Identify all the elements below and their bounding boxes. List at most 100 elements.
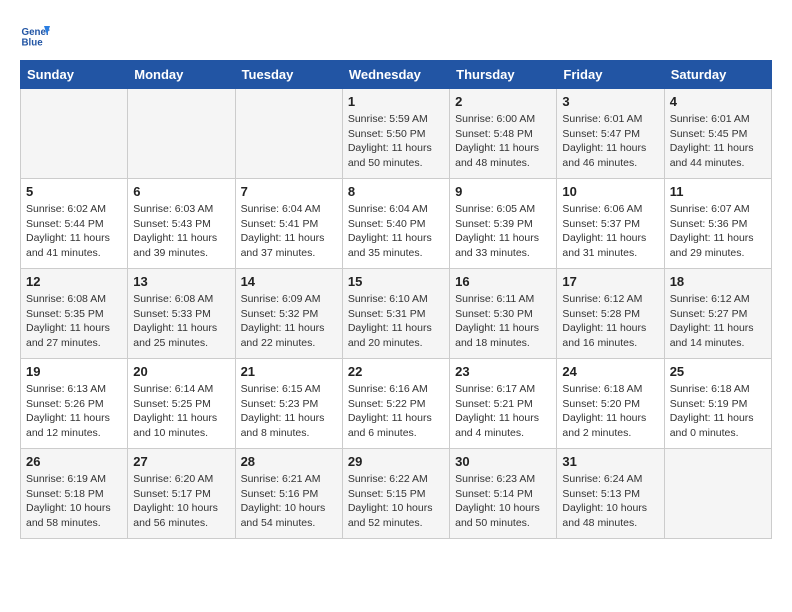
calendar-cell: 6Sunrise: 6:03 AM Sunset: 5:43 PM Daylig… [128,179,235,269]
day-number: 22 [348,364,444,379]
day-number: 5 [26,184,122,199]
calendar-week-5: 26Sunrise: 6:19 AM Sunset: 5:18 PM Dayli… [21,449,772,539]
weekday-header-saturday: Saturday [664,61,771,89]
calendar-cell: 26Sunrise: 6:19 AM Sunset: 5:18 PM Dayli… [21,449,128,539]
day-info: Sunrise: 6:12 AM Sunset: 5:27 PM Dayligh… [670,292,766,351]
day-info: Sunrise: 6:15 AM Sunset: 5:23 PM Dayligh… [241,382,337,441]
calendar-cell [21,89,128,179]
logo: General Blue [20,20,50,50]
day-info: Sunrise: 6:04 AM Sunset: 5:41 PM Dayligh… [241,202,337,261]
calendar-cell: 20 Sunrise: 6:14 AM Sunset: 5:25 PM Dayli… [128,359,235,449]
calendar-cell: 12 Sunrise: 6:08 AM Sunset: 5:35 PM Dayli… [21,269,128,359]
day-info: Sunrise: 6:08 AM Sunset: 5:33 PM Dayligh… [133,292,229,351]
day-info: Sunrise: 6:07 AM Sunset: 5:36 PM Dayligh… [670,202,766,261]
calendar-cell: 2 Sunrise: 6:00 AM Sunset: 5:48 PM Daylig… [450,89,557,179]
day-number: 28 [241,454,337,469]
weekday-header-tuesday: Tuesday [235,61,342,89]
day-number: 3 [562,94,658,109]
day-number: 15 [348,274,444,289]
calendar-cell: 27Sunrise: 6:20 AM Sunset: 5:17 PM Dayli… [128,449,235,539]
calendar-table: SundayMondayTuesdayWednesdayThursdayFrid… [20,60,772,539]
weekday-header-wednesday: Wednesday [342,61,449,89]
calendar-cell: 23 Sunrise: 6:17 AM Sunset: 5:21 PM Dayli… [450,359,557,449]
day-info: Sunrise: 5:59 AM Sunset: 5:50 PM Dayligh… [348,112,444,171]
weekday-header-thursday: Thursday [450,61,557,89]
calendar-week-1: 1Sunrise: 5:59 AM Sunset: 5:50 PM Daylig… [21,89,772,179]
calendar-cell: 14 Sunrise: 6:09 AM Sunset: 5:32 PM Dayli… [235,269,342,359]
day-info: Sunrise: 6:09 AM Sunset: 5:32 PM Dayligh… [241,292,337,351]
day-info: Sunrise: 6:02 AM Sunset: 5:44 PM Dayligh… [26,202,122,261]
weekday-header-row: SundayMondayTuesdayWednesdayThursdayFrid… [21,61,772,89]
calendar-cell: 30Sunrise: 6:23 AM Sunset: 5:14 PM Dayli… [450,449,557,539]
day-number: 30 [455,454,551,469]
calendar-cell [128,89,235,179]
calendar-cell: 24 Sunrise: 6:18 AM Sunset: 5:20 PM Dayli… [557,359,664,449]
calendar-cell: 7Sunrise: 6:04 AM Sunset: 5:41 PM Daylig… [235,179,342,269]
day-info: Sunrise: 6:22 AM Sunset: 5:15 PM Dayligh… [348,472,444,531]
calendar-cell: 5 Sunrise: 6:02 AM Sunset: 5:44 PM Daylig… [21,179,128,269]
day-info: Sunrise: 6:00 AM Sunset: 5:48 PM Dayligh… [455,112,551,171]
day-number: 2 [455,94,551,109]
calendar-cell: 17 Sunrise: 6:12 AM Sunset: 5:28 PM Dayli… [557,269,664,359]
day-number: 19 [26,364,122,379]
day-info: Sunrise: 6:17 AM Sunset: 5:21 PM Dayligh… [455,382,551,441]
logo-icon: General Blue [20,20,50,50]
day-info: Sunrise: 6:14 AM Sunset: 5:25 PM Dayligh… [133,382,229,441]
day-number: 11 [670,184,766,199]
calendar-cell: 11 Sunrise: 6:07 AM Sunset: 5:36 PM Dayli… [664,179,771,269]
day-info: Sunrise: 6:11 AM Sunset: 5:30 PM Dayligh… [455,292,551,351]
day-number: 29 [348,454,444,469]
calendar-cell: 15Sunrise: 6:10 AM Sunset: 5:31 PM Dayli… [342,269,449,359]
page-header: General Blue [20,20,772,50]
calendar-cell: 18 Sunrise: 6:12 AM Sunset: 5:27 PM Dayli… [664,269,771,359]
weekday-header-sunday: Sunday [21,61,128,89]
calendar-cell: 1Sunrise: 5:59 AM Sunset: 5:50 PM Daylig… [342,89,449,179]
calendar-cell: 21 Sunrise: 6:15 AM Sunset: 5:23 PM Dayli… [235,359,342,449]
day-info: Sunrise: 6:03 AM Sunset: 5:43 PM Dayligh… [133,202,229,261]
day-info: Sunrise: 6:21 AM Sunset: 5:16 PM Dayligh… [241,472,337,531]
calendar-cell: 3 Sunrise: 6:01 AM Sunset: 5:47 PM Daylig… [557,89,664,179]
weekday-header-friday: Friday [557,61,664,89]
day-number: 14 [241,274,337,289]
calendar-week-4: 19 Sunrise: 6:13 AM Sunset: 5:26 PM Dayli… [21,359,772,449]
calendar-cell: 4Sunrise: 6:01 AM Sunset: 5:45 PM Daylig… [664,89,771,179]
calendar-cell [235,89,342,179]
calendar-cell: 31 Sunrise: 6:24 AM Sunset: 5:13 PM Dayli… [557,449,664,539]
day-info: Sunrise: 6:01 AM Sunset: 5:45 PM Dayligh… [670,112,766,171]
calendar-cell: 25Sunrise: 6:18 AM Sunset: 5:19 PM Dayli… [664,359,771,449]
calendar-cell: 9Sunrise: 6:05 AM Sunset: 5:39 PM Daylig… [450,179,557,269]
day-number: 16 [455,274,551,289]
calendar-cell: 22Sunrise: 6:16 AM Sunset: 5:22 PM Dayli… [342,359,449,449]
day-info: Sunrise: 6:18 AM Sunset: 5:19 PM Dayligh… [670,382,766,441]
day-number: 24 [562,364,658,379]
calendar-cell: 29 Sunrise: 6:22 AM Sunset: 5:15 PM Dayli… [342,449,449,539]
day-info: Sunrise: 6:18 AM Sunset: 5:20 PM Dayligh… [562,382,658,441]
day-number: 21 [241,364,337,379]
day-info: Sunrise: 6:04 AM Sunset: 5:40 PM Dayligh… [348,202,444,261]
weekday-header-monday: Monday [128,61,235,89]
calendar-week-3: 12 Sunrise: 6:08 AM Sunset: 5:35 PM Dayli… [21,269,772,359]
day-number: 23 [455,364,551,379]
day-number: 12 [26,274,122,289]
day-number: 10 [562,184,658,199]
day-number: 20 [133,364,229,379]
calendar-week-2: 5 Sunrise: 6:02 AM Sunset: 5:44 PM Daylig… [21,179,772,269]
day-number: 8 [348,184,444,199]
day-info: Sunrise: 6:12 AM Sunset: 5:28 PM Dayligh… [562,292,658,351]
day-number: 17 [562,274,658,289]
day-info: Sunrise: 6:06 AM Sunset: 5:37 PM Dayligh… [562,202,658,261]
calendar-cell: 8 Sunrise: 6:04 AM Sunset: 5:40 PM Daylig… [342,179,449,269]
calendar-cell: 13 Sunrise: 6:08 AM Sunset: 5:33 PM Dayli… [128,269,235,359]
day-number: 18 [670,274,766,289]
day-number: 13 [133,274,229,289]
day-number: 31 [562,454,658,469]
day-info: Sunrise: 6:13 AM Sunset: 5:26 PM Dayligh… [26,382,122,441]
day-info: Sunrise: 6:20 AM Sunset: 5:17 PM Dayligh… [133,472,229,531]
day-info: Sunrise: 6:01 AM Sunset: 5:47 PM Dayligh… [562,112,658,171]
day-number: 26 [26,454,122,469]
calendar-cell: 16 Sunrise: 6:11 AM Sunset: 5:30 PM Dayli… [450,269,557,359]
day-info: Sunrise: 6:05 AM Sunset: 5:39 PM Dayligh… [455,202,551,261]
day-info: Sunrise: 6:08 AM Sunset: 5:35 PM Dayligh… [26,292,122,351]
day-info: Sunrise: 6:24 AM Sunset: 5:13 PM Dayligh… [562,472,658,531]
calendar-cell [664,449,771,539]
